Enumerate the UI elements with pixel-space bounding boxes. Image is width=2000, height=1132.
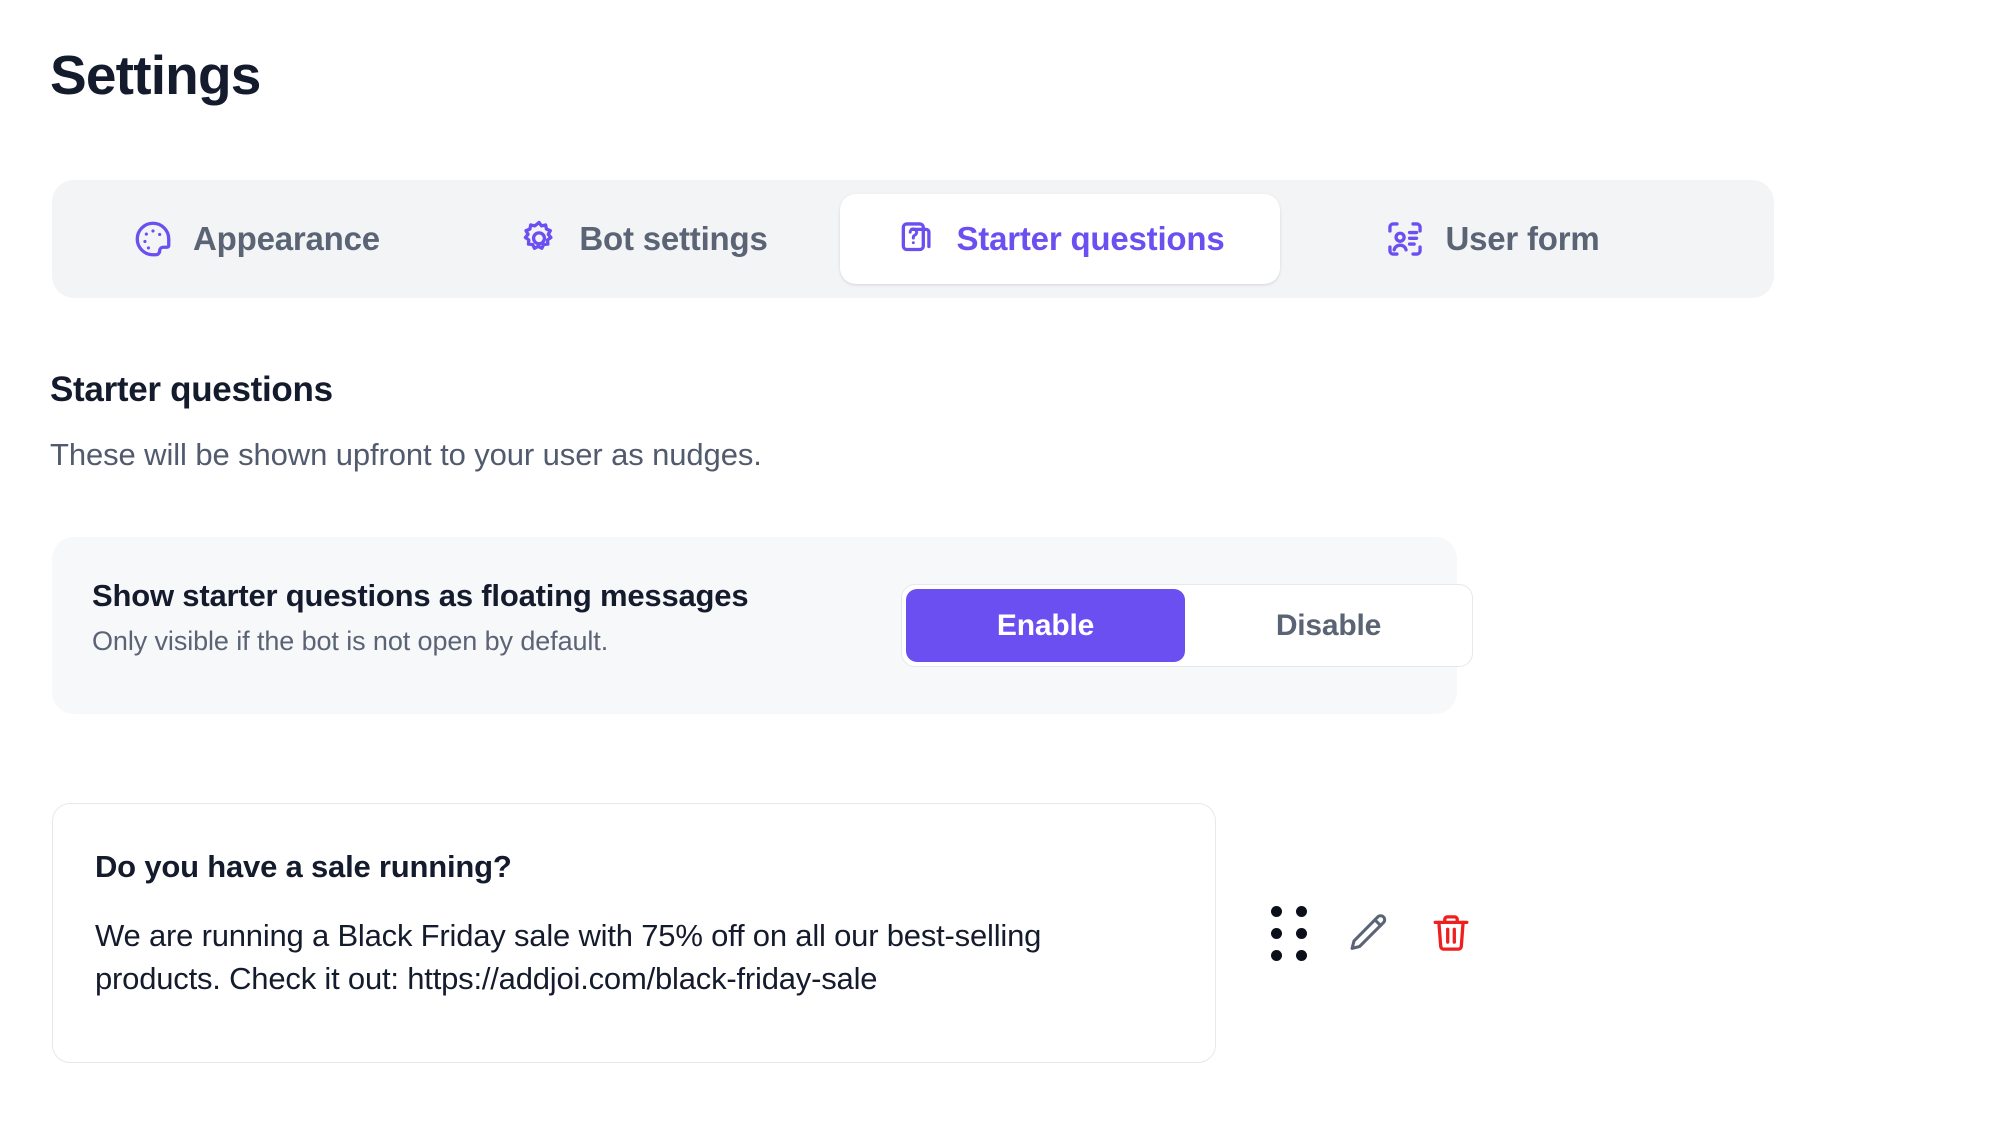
section-description: These will be shown upfront to your user… <box>50 437 762 472</box>
enable-button[interactable]: Enable <box>906 589 1185 662</box>
edit-question-button[interactable] <box>1345 910 1391 956</box>
trash-icon <box>1429 910 1473 956</box>
section-heading: Starter questions <box>50 370 333 409</box>
drag-dot <box>1271 905 1282 917</box>
starter-question-card[interactable]: Do you have a sale running? We are runni… <box>52 803 1216 1063</box>
page-title: Settings <box>50 44 261 106</box>
tab-bot-settings-label: Bot settings <box>579 220 768 257</box>
starter-question-actions <box>1271 905 1473 961</box>
drag-dot <box>1296 949 1307 961</box>
palette-icon <box>132 218 174 260</box>
floating-messages-subtitle: Only visible if the bot is not open by d… <box>92 626 609 657</box>
drag-dot <box>1271 927 1282 939</box>
user-card-icon <box>1384 218 1426 260</box>
drag-handle-icon[interactable] <box>1271 905 1307 961</box>
tab-bot-settings[interactable]: Bot settings <box>452 194 834 284</box>
floating-messages-setting-card: Show starter questions as floating messa… <box>52 537 1473 714</box>
tab-appearance[interactable]: Appearance <box>66 194 446 284</box>
tab-starter-questions[interactable]: Starter questions <box>840 194 1280 284</box>
drag-dot <box>1271 949 1282 961</box>
settings-page: Settings Appearance Bot settings Starter… <box>0 0 2000 1132</box>
disable-button[interactable]: Disable <box>1189 589 1468 662</box>
settings-tabbar: Appearance Bot settings Starter question… <box>52 180 1774 298</box>
drag-dot <box>1296 905 1307 917</box>
gear-icon <box>518 218 560 260</box>
tab-user-form[interactable]: User form <box>1292 194 1692 284</box>
floating-messages-toggle-group: Enable Disable <box>901 584 1473 667</box>
starter-question-title: Do you have a sale running? <box>95 849 512 884</box>
tab-user-form-label: User form <box>1445 220 1600 257</box>
floating-messages-text: Show starter questions as floating messa… <box>92 577 749 657</box>
tab-starter-questions-label: Starter questions <box>956 220 1225 257</box>
question-cards-icon <box>896 218 938 260</box>
tab-appearance-label: Appearance <box>193 220 380 257</box>
starter-question-row: Do you have a sale running? We are runni… <box>52 803 1752 1063</box>
pencil-icon <box>1345 910 1391 956</box>
drag-dot <box>1296 927 1307 939</box>
starter-question-body: We are running a Black Friday sale with … <box>95 918 1042 996</box>
delete-question-button[interactable] <box>1429 910 1473 956</box>
floating-messages-title: Show starter questions as floating messa… <box>92 578 749 613</box>
